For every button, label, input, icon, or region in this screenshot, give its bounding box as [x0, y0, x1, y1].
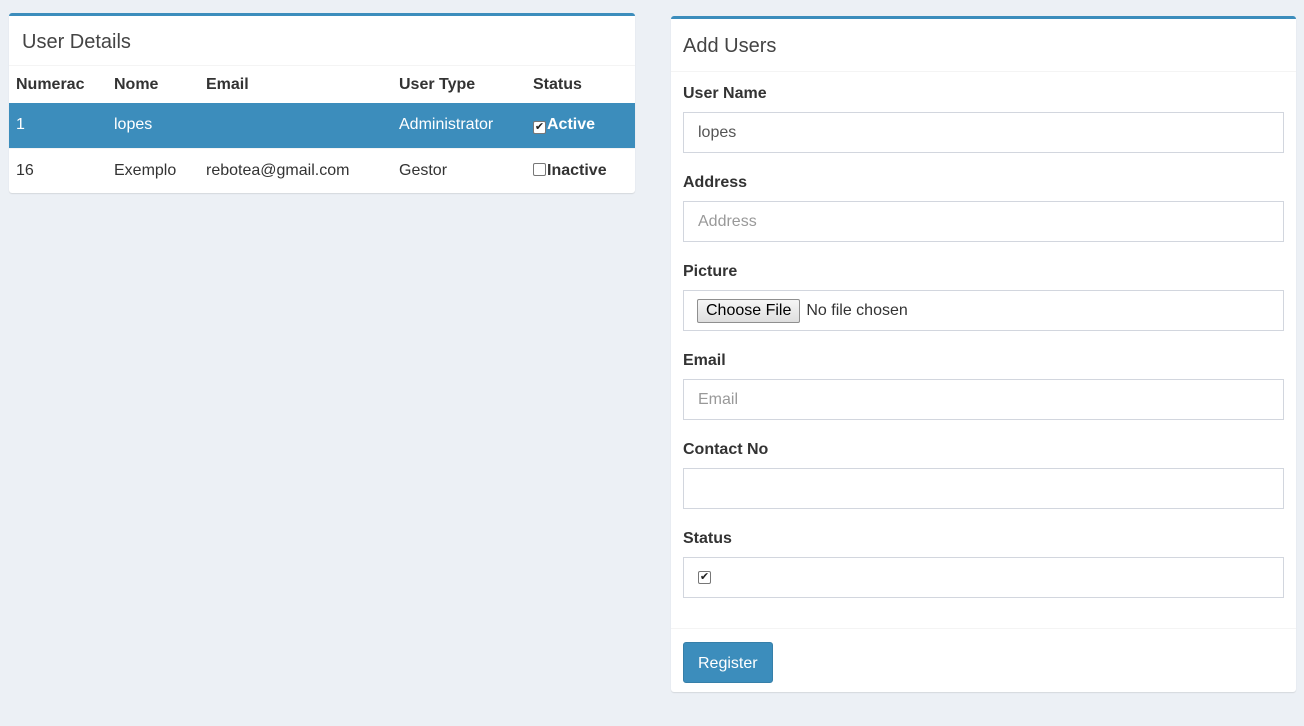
- address-label: Address: [683, 174, 748, 191]
- cell-name: lopes: [107, 103, 199, 148]
- cell-type: Gestor: [392, 147, 526, 193]
- status-field: ✔: [683, 557, 1284, 598]
- form-footer: Register: [671, 628, 1296, 692]
- column-header-status: Status: [533, 75, 582, 93]
- column-header-nome: Nome: [114, 75, 159, 93]
- status-label: Status: [683, 530, 732, 547]
- add-users-form: User Name lopes Address Address Picture …: [671, 72, 1296, 606]
- status-group: Status ✔: [683, 517, 1284, 606]
- file-status: No file chosen: [806, 301, 908, 319]
- choose-file-button[interactable]: Choose File: [697, 298, 801, 323]
- user-name-input[interactable]: lopes: [683, 112, 1284, 153]
- status-label: Active: [547, 116, 596, 134]
- contact-group: Contact No: [683, 428, 1284, 517]
- address-placeholder: Address: [698, 212, 757, 230]
- column-header-numerac: Numerac: [16, 75, 85, 93]
- cell-status: ✔ Active: [526, 103, 635, 148]
- email-label: Email: [683, 352, 726, 369]
- user-name-group: User Name lopes: [683, 72, 1284, 161]
- user-name-value: lopes: [698, 123, 737, 141]
- email-group: Email Email: [683, 339, 1284, 428]
- email-placeholder: Email: [698, 390, 739, 408]
- address-input[interactable]: Address: [683, 201, 1284, 242]
- table-row[interactable]: 16 Exemplo rebotea@gmail.com Gestor Inac…: [9, 147, 635, 193]
- picture-label: Picture: [683, 263, 738, 280]
- cell-num: 1: [9, 103, 107, 148]
- user-details-panel: User Details Numerac Nome Email User Typ…: [9, 13, 635, 193]
- cell-num: 16: [9, 147, 107, 193]
- address-group: Address Address: [683, 161, 1284, 250]
- picture-group: Picture Choose File No file chosen: [683, 250, 1284, 339]
- column-header-user-type: User Type: [399, 75, 476, 93]
- contact-input[interactable]: [683, 468, 1284, 509]
- status-checkbox[interactable]: ✔: [698, 571, 711, 584]
- column-header-email: Email: [206, 75, 249, 93]
- picture-file-input[interactable]: Choose File No file chosen: [683, 290, 1284, 331]
- table-row[interactable]: 1 lopes Administrator ✔ Active: [9, 103, 635, 148]
- status-checkbox[interactable]: [533, 162, 546, 176]
- cell-email: rebotea@gmail.com: [199, 147, 392, 193]
- user-table: Numerac Nome Email User Type Status 1 lo…: [9, 66, 635, 193]
- status-checkbox[interactable]: ✔: [533, 121, 546, 135]
- register-button[interactable]: Register: [683, 642, 773, 683]
- table-header-row: Numerac Nome Email User Type Status: [9, 66, 635, 103]
- cell-status: Inactive: [526, 147, 635, 193]
- cell-name: Exemplo: [107, 147, 199, 193]
- user-details-title: User Details: [9, 16, 635, 66]
- cell-type: Administrator: [392, 103, 526, 148]
- contact-label: Contact No: [683, 441, 769, 458]
- add-users-title: Add Users: [671, 19, 1296, 72]
- add-users-panel: Add Users User Name lopes Address Addres…: [671, 16, 1296, 692]
- cell-email: [199, 103, 392, 148]
- email-field[interactable]: Email: [683, 379, 1284, 420]
- user-name-label: User Name: [683, 85, 767, 102]
- status-label: Inactive: [547, 161, 607, 179]
